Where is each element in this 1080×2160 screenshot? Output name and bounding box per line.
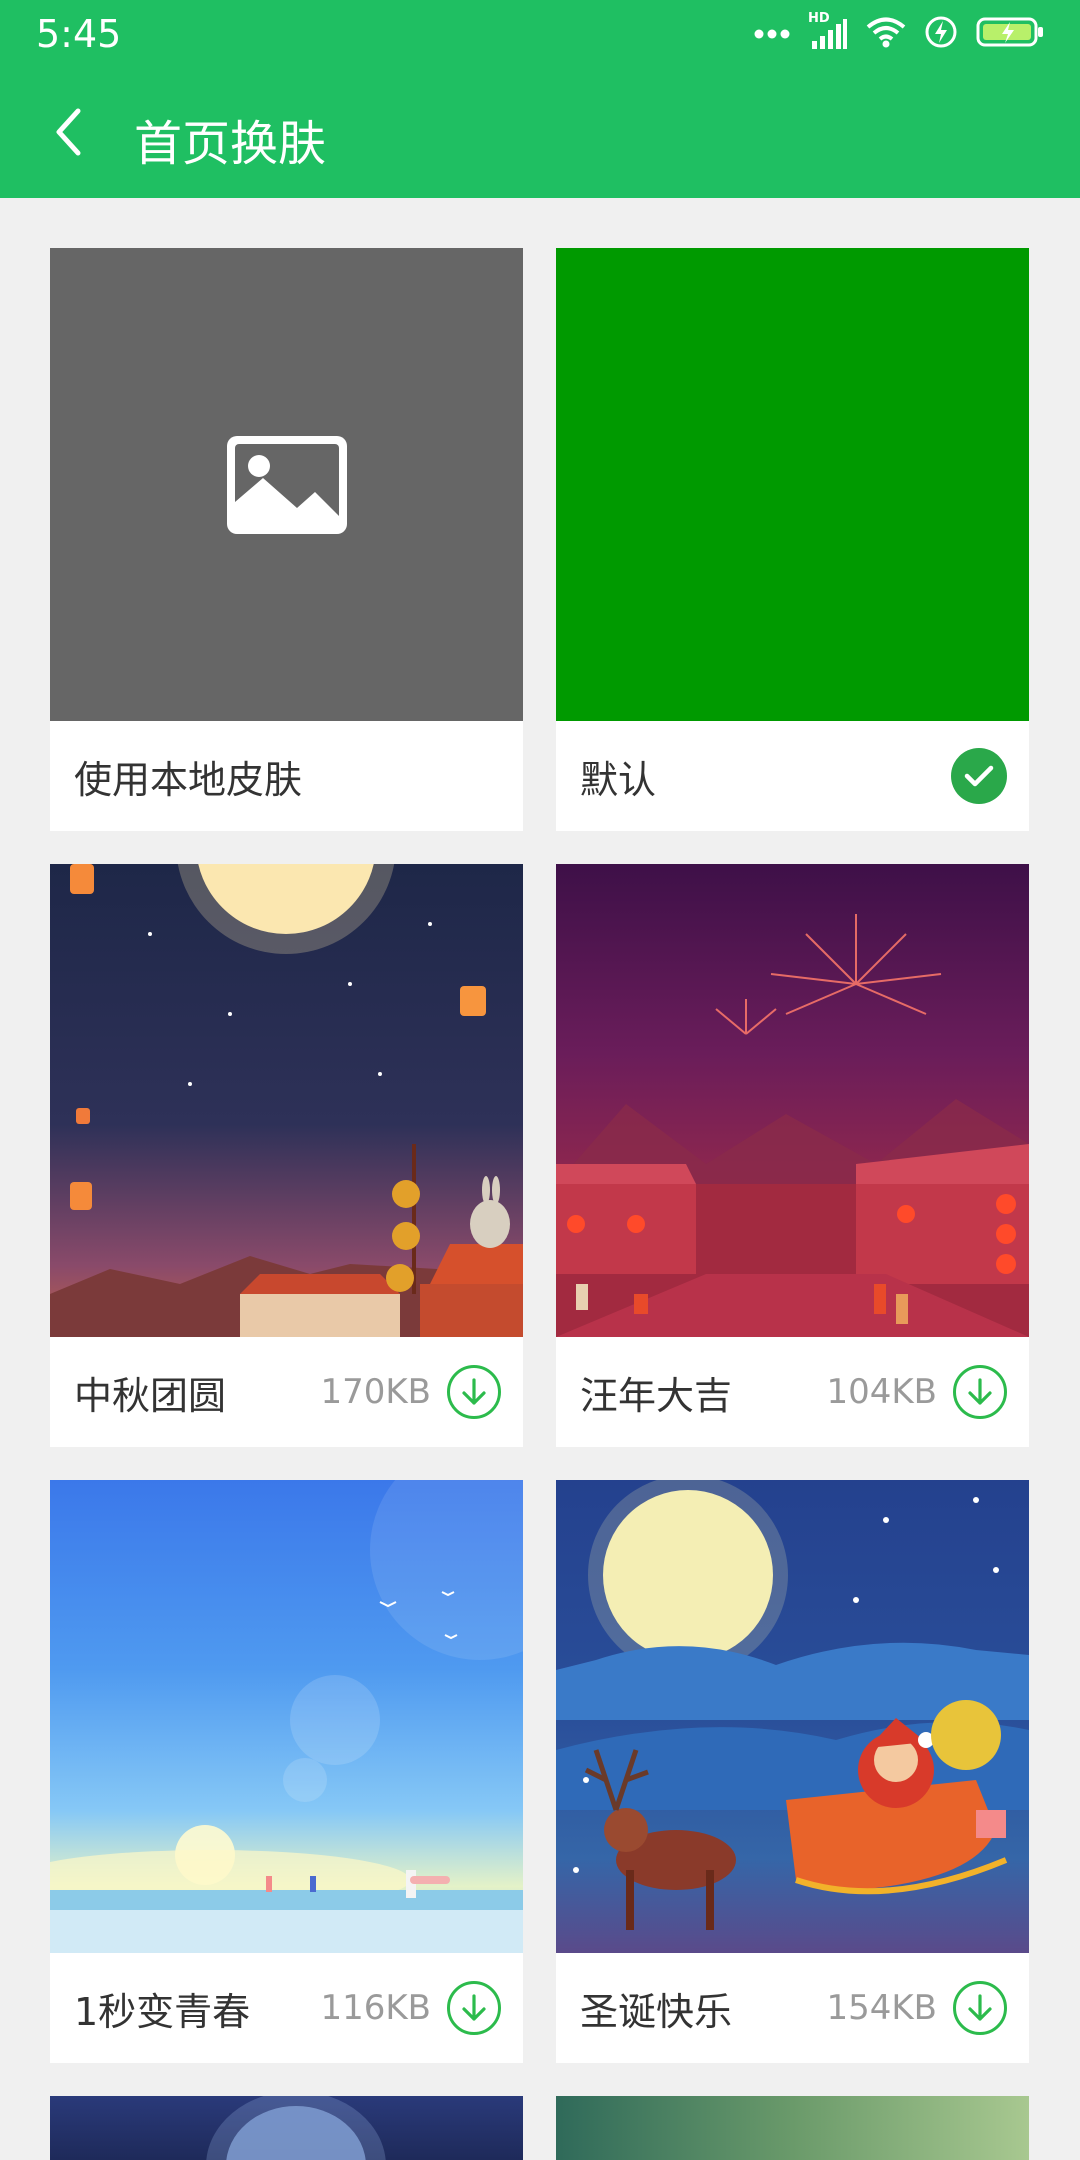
skin-size: 170KB: [320, 1372, 431, 1412]
skin-card-local[interactable]: 使用本地皮肤: [50, 248, 523, 831]
selected-check-icon: [951, 748, 1007, 804]
skin-size: 154KB: [826, 1988, 937, 2028]
skin-thumbnail: [50, 1480, 523, 1953]
earth-illustration: [206, 2096, 386, 2160]
skin-name: 中秋团圆: [74, 1373, 227, 1418]
page-title: 首页换肤: [134, 116, 327, 172]
chevron-left-icon: [56, 108, 81, 156]
download-icon: [462, 1378, 486, 1405]
skin-thumbnail: [50, 248, 523, 721]
app-header: 5:45 HD 首页换肤: [0, 0, 1080, 198]
skin-name: 使用本地皮肤: [74, 757, 303, 802]
skin-caption: 1秒变青春 116KB: [50, 1953, 523, 2063]
skin-card-default[interactable]: 默认: [556, 248, 1029, 831]
skin-size: 104KB: [826, 1372, 937, 1412]
image-icon: [227, 436, 347, 534]
new-year-illustration: [556, 914, 1029, 1337]
wifi-icon: [866, 16, 906, 52]
download-button[interactable]: [953, 1981, 1007, 2035]
download-button[interactable]: [447, 1981, 501, 2035]
skin-name: 1秒变青春: [74, 1989, 251, 2034]
skin-size: 116KB: [320, 1988, 431, 2028]
skin-thumbnail: [50, 864, 523, 1337]
download-button[interactable]: [447, 1365, 501, 1419]
more-dots-icon: [754, 25, 790, 44]
skin-thumbnail: [50, 2096, 523, 2160]
skin-card-mid-autumn[interactable]: 中秋团圆 170KB: [50, 864, 523, 1447]
charging-icon: [924, 15, 958, 53]
skin-thumbnail: [556, 2096, 1029, 2160]
youth-illustration: [50, 1480, 523, 1953]
battery-icon: [976, 16, 1044, 52]
skin-thumbnail: [556, 248, 1029, 721]
skin-caption: 使用本地皮肤: [50, 721, 523, 831]
status-icons: HD: [754, 11, 1044, 54]
skin-card-christmas[interactable]: 圣诞快乐 154KB: [556, 1480, 1029, 2063]
download-button[interactable]: [953, 1365, 1007, 1419]
signal-icon: HD: [808, 11, 848, 51]
skin-card-youth[interactable]: 1秒变青春 116KB: [50, 1480, 523, 2063]
skin-card-partial-right[interactable]: [556, 2096, 1029, 2160]
skin-name: 圣诞快乐: [580, 1989, 733, 2034]
download-icon: [968, 1378, 992, 1405]
skin-thumbnail: [556, 1480, 1029, 1953]
christmas-illustration: [556, 1480, 1029, 1930]
mid-autumn-illustration: [50, 864, 523, 1337]
skin-name: 汪年大吉: [580, 1373, 733, 1418]
download-icon: [968, 1994, 992, 2021]
download-icon: [462, 1994, 486, 2021]
skin-name: 默认: [580, 757, 657, 802]
skin-caption: 默认: [556, 721, 1029, 831]
skin-card-new-year[interactable]: 汪年大吉 104KB: [556, 864, 1029, 1447]
skin-caption: 圣诞快乐 154KB: [556, 1953, 1029, 2063]
back-button[interactable]: [40, 100, 96, 164]
skin-card-partial-left[interactable]: [50, 2096, 523, 2160]
status-time: 5:45: [36, 12, 122, 56]
skin-thumbnail: [556, 864, 1029, 1337]
skin-caption: 汪年大吉 104KB: [556, 1337, 1029, 1447]
skin-caption: 中秋团圆 170KB: [50, 1337, 523, 1447]
